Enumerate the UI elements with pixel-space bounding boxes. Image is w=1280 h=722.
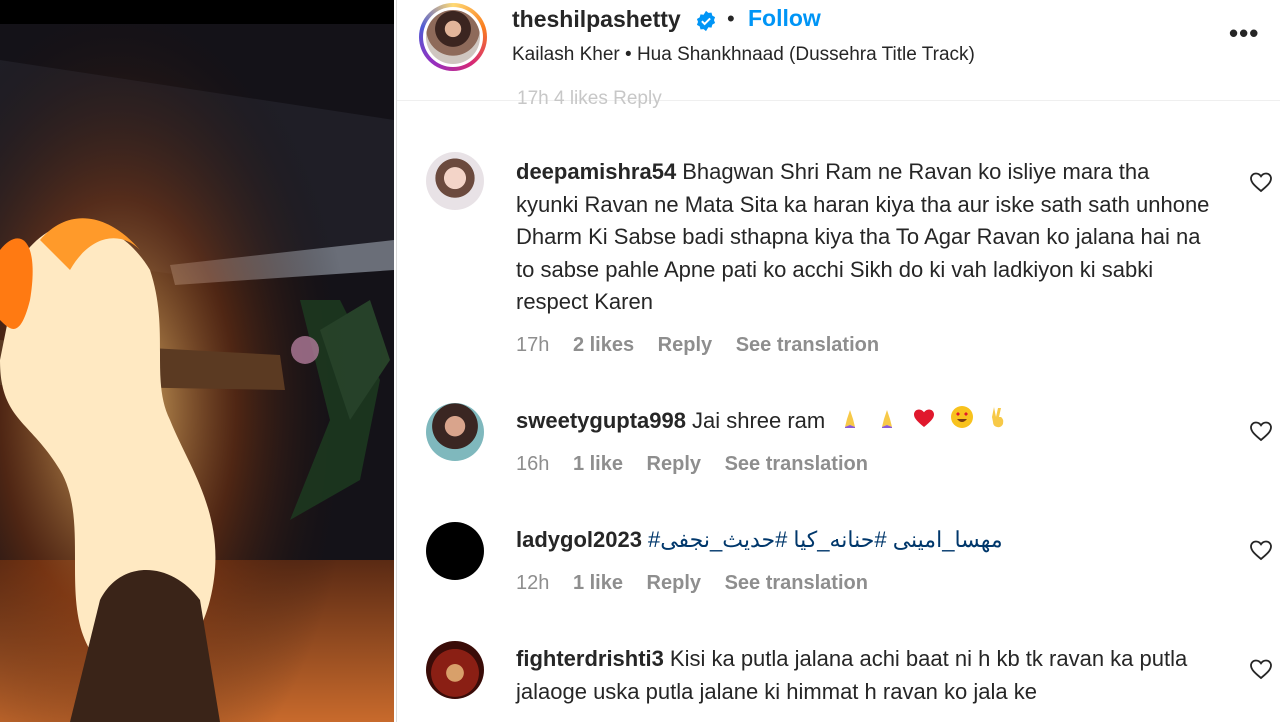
verified-badge-icon: [696, 10, 716, 32]
victory-hand-emoji-icon: [988, 405, 1008, 439]
comment-meta: 12h 1 like Reply See translation: [516, 572, 886, 595]
reply-button[interactable]: Reply: [647, 572, 701, 594]
post-header: theshilpashetty • Follow Kailash Kher • …: [397, 0, 1280, 109]
post-username[interactable]: theshilpashetty: [512, 6, 681, 33]
reply-button[interactable]: Reply: [658, 334, 712, 356]
profile-avatar[interactable]: [419, 3, 487, 71]
folded-hands-emoji-icon: [876, 406, 898, 439]
comment-text: fighterdrishti3 Kisi ka putla jalana achi…: [516, 643, 1216, 708]
comment-body: Jai shree ram: [691, 408, 826, 433]
header-separator: •: [727, 6, 735, 31]
post-media[interactable]: [0, 0, 394, 722]
reply-button[interactable]: Reply: [647, 453, 701, 475]
comment-text: sweetygupta998 Jai shree ram: [516, 405, 1216, 439]
like-heart-icon[interactable]: [1249, 170, 1273, 194]
comment-time[interactable]: 17h: [516, 334, 549, 356]
comment-likes[interactable]: 2 likes: [573, 334, 634, 356]
commenter-avatar[interactable]: [426, 522, 484, 580]
comment-username[interactable]: fighterdrishti3: [516, 646, 664, 671]
like-heart-icon[interactable]: [1249, 419, 1273, 443]
comment-time[interactable]: 16h: [516, 453, 549, 475]
comment-username[interactable]: deepamishra54: [516, 159, 676, 184]
audio-track-link[interactable]: Kailash Kher • Hua Shankhnaad (Dussehra …: [512, 44, 975, 66]
comment-item: fighterdrishti3 Kisi ka putla jalana achi…: [397, 641, 1280, 722]
comment-time[interactable]: 12h: [516, 572, 549, 594]
see-translation-button[interactable]: See translation: [725, 453, 868, 475]
folded-hands-emoji-icon: [839, 406, 861, 439]
previous-comment-meta: 17h 4 likes Reply: [517, 88, 662, 109]
like-heart-icon[interactable]: [1249, 538, 1273, 562]
comment-likes[interactable]: 1 like: [573, 572, 623, 594]
heart-eyes-emoji-icon: [950, 405, 974, 439]
like-heart-icon[interactable]: [1249, 657, 1273, 681]
follow-button[interactable]: Follow: [748, 5, 821, 32]
comment-meta: 17h 2 likes Reply See translation: [516, 334, 897, 357]
comments-panel: theshilpashetty • Follow Kailash Kher • …: [396, 0, 1280, 722]
see-translation-button[interactable]: See translation: [736, 334, 879, 356]
red-heart-emoji-icon: [912, 406, 936, 439]
comment-body[interactable]: مهسا_امینی #حنانه_کیا #حدیث_نجفی#: [648, 527, 1003, 552]
comment-meta: 16h 1 like Reply See translation: [516, 453, 886, 476]
see-translation-button[interactable]: See translation: [725, 572, 868, 594]
comment-likes[interactable]: 1 like: [573, 453, 623, 475]
comment-text: ladygol2023 مهسا_امینی #حنانه_کیا #حدیث_ن…: [516, 524, 1216, 557]
comment-username[interactable]: sweetygupta998: [516, 408, 686, 433]
more-options-icon[interactable]: •••: [1229, 18, 1259, 49]
commenter-avatar[interactable]: [426, 403, 484, 461]
commenter-avatar[interactable]: [426, 641, 484, 699]
effigy-video-frame: [0, 24, 394, 722]
comment-text: deepamishra54 Bhagwan Shri Ram ne Ravan k…: [516, 156, 1216, 319]
comment-username[interactable]: ladygol2023: [516, 527, 642, 552]
commenter-avatar[interactable]: [426, 152, 484, 210]
